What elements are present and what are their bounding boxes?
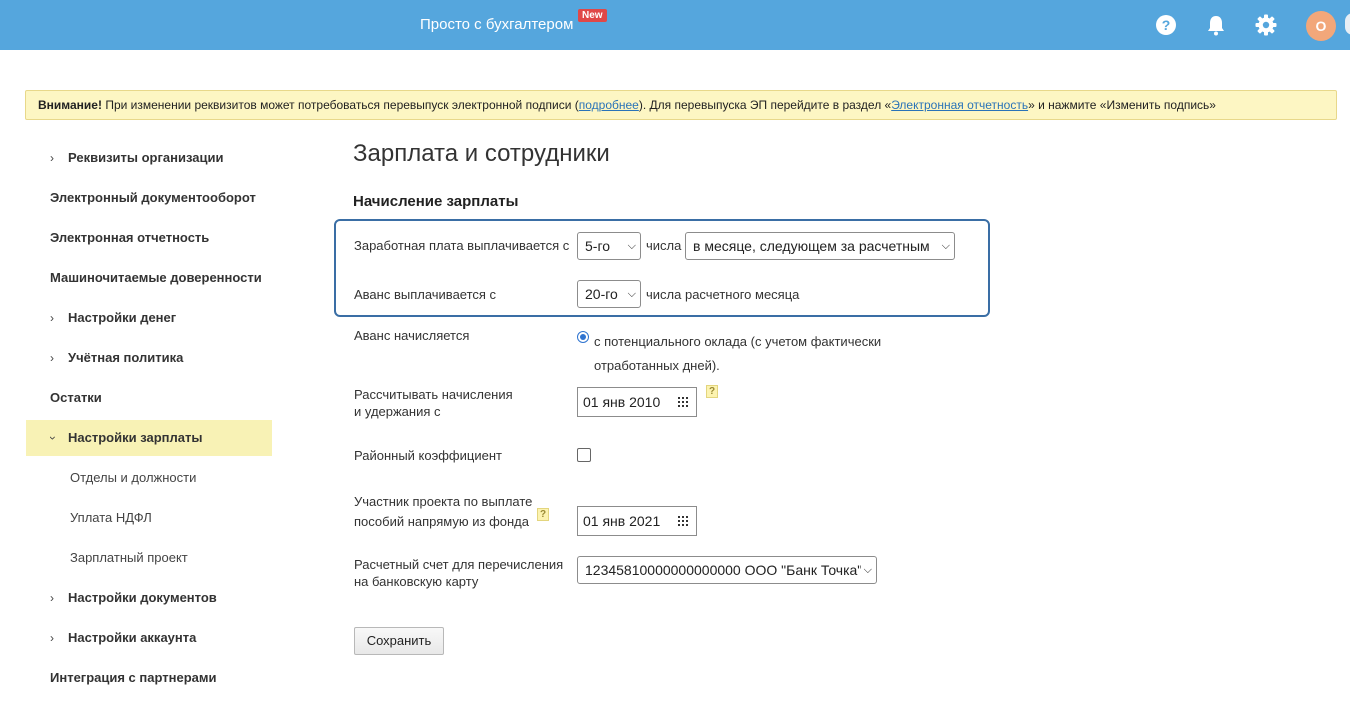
salary-day-suffix: числа	[646, 238, 682, 253]
salary-month-value: в месяце, следующем за расчетным	[693, 238, 930, 254]
avatar-trail	[1345, 13, 1350, 35]
sidebar-subitem-salary-project[interactable]: Зарплатный проект	[26, 540, 272, 576]
advance-calc-label: Аванс начисляется	[354, 328, 470, 343]
chevron-down-icon: ⌵	[627, 288, 636, 300]
sidebar-subitem-ndfl[interactable]: Уплата НДФЛ	[26, 500, 272, 536]
sidebar-item-poa[interactable]: Машиночитаемые доверенности	[26, 260, 272, 296]
chevron-right-icon: ›	[50, 351, 54, 365]
advance-suffix: числа расчетного месяца	[646, 287, 800, 302]
account-label: Расчетный счет для перечисления на банко…	[354, 556, 563, 590]
sidebar: › Реквизиты организации Электронный доку…	[26, 140, 272, 700]
project-label-line2: пособий напрямую из фонда	[354, 514, 529, 529]
section-title: Начисление зарплаты	[353, 193, 519, 210]
brand-title[interactable]: Просто с бухгалтером	[420, 16, 573, 33]
gear-icon[interactable]	[1255, 14, 1277, 36]
regional-checkbox[interactable]	[577, 448, 591, 462]
regional-label: Районный коэффициент	[354, 448, 502, 463]
sidebar-item-salary-settings[interactable]: › Настройки зарплаты	[26, 420, 272, 456]
account-label-line2: на банковскую карту	[354, 574, 479, 589]
account-select[interactable]: 12345810000000000000 ООО "Банк Точка" ⌵	[577, 556, 877, 584]
warning-text-3: » и нажмите «Изменить подпись»	[1028, 98, 1216, 112]
sidebar-item-document-settings[interactable]: › Настройки документов	[26, 580, 272, 616]
save-button[interactable]: Сохранить	[354, 627, 444, 655]
new-badge: New	[578, 9, 607, 22]
sidebar-item-label: Настройки документов	[68, 590, 217, 605]
project-label: Участник проекта по выплате пособий напр…	[354, 492, 532, 532]
chevron-right-icon: ›	[50, 311, 54, 325]
details-link[interactable]: подробнее	[579, 98, 639, 112]
chevron-down-icon: ⌵	[860, 557, 872, 583]
sidebar-item-label: Интеграция с партнерами	[50, 670, 217, 685]
calendar-icon[interactable]	[678, 516, 690, 526]
warning-text-2: ). Для перевыпуска ЭП перейдите в раздел…	[638, 98, 892, 112]
sidebar-item-label: Электронный документооборот	[50, 190, 256, 205]
advance-label: Аванс выплачивается с	[354, 287, 497, 302]
warning-banner: Внимание! При изменении реквизитов может…	[25, 90, 1337, 120]
salary-day-value: 5-го	[585, 238, 611, 254]
project-date-input[interactable]: 01 янв 2021	[577, 506, 697, 536]
salary-day-select[interactable]: 5-го ⌵	[577, 232, 641, 260]
sidebar-item-label: Уплата НДФЛ	[70, 510, 152, 525]
chevron-right-icon: ›	[50, 591, 54, 605]
sidebar-item-label: Реквизиты организации	[68, 150, 224, 165]
sidebar-item-label: Электронная отчетность	[50, 230, 210, 245]
sidebar-item-label: Настройки денег	[68, 310, 177, 325]
sidebar-item-label: Машиночитаемые доверенности	[50, 270, 262, 285]
calc-from-date-value: 01 янв 2010	[583, 394, 661, 410]
avatar[interactable]: О	[1306, 11, 1336, 41]
sidebar-item-e-reporting[interactable]: Электронная отчетность	[26, 220, 272, 256]
salary-month-select[interactable]: в месяце, следующем за расчетным ⌵	[685, 232, 955, 260]
project-label-line1: Участник проекта по выплате	[354, 494, 533, 509]
sidebar-item-account-settings[interactable]: › Настройки аккаунта	[26, 620, 272, 656]
sidebar-item-label: Настройки зарплаты	[68, 430, 203, 445]
sidebar-item-label: Учётная политика	[68, 350, 184, 365]
e-reporting-link[interactable]: Электронная отчетность	[891, 98, 1028, 112]
salary-label: Заработная плата выплачивается с	[354, 238, 570, 253]
sidebar-item-partners[interactable]: Интеграция с партнерами	[26, 660, 272, 696]
advance-calc-option-line2: отработанных дней).	[594, 358, 720, 373]
calc-from-label-line1: Рассчитывать начисления	[354, 387, 513, 402]
calc-from-date-input[interactable]: 01 янв 2010	[577, 387, 697, 417]
warning-bold: Внимание!	[38, 98, 102, 112]
bell-icon[interactable]	[1205, 14, 1227, 36]
sidebar-item-money-settings[interactable]: › Настройки денег	[26, 300, 272, 336]
account-value: 12345810000000000000 ООО "Банк Точка"	[585, 562, 863, 578]
sidebar-item-balances[interactable]: Остатки	[26, 380, 272, 416]
sidebar-item-edo[interactable]: Электронный документооборот	[26, 180, 272, 216]
sidebar-item-accounting-policy[interactable]: › Учётная политика	[26, 340, 272, 376]
account-label-line1: Расчетный счет для перечисления	[354, 557, 564, 572]
sidebar-item-label: Остатки	[50, 390, 102, 405]
chevron-down-icon: ⌵	[941, 240, 950, 252]
advance-calc-option-line1: с потенциального оклада (с учетом фактич…	[594, 334, 882, 349]
advance-calc-option[interactable]: с потенциального оклада (с учетом фактич…	[594, 330, 881, 378]
sidebar-item-org-details[interactable]: › Реквизиты организации	[26, 140, 272, 176]
chevron-down-icon: ⌵	[627, 240, 636, 252]
svg-text:?: ?	[1162, 17, 1171, 33]
chevron-down-icon: ›	[46, 436, 60, 440]
sidebar-subitem-departments[interactable]: Отделы и должности	[26, 460, 272, 496]
top-bar: Просто с бухгалтером New ? О	[0, 0, 1350, 50]
calendar-icon[interactable]	[678, 397, 690, 407]
warning-text-1: При изменении реквизитов может потребова…	[101, 98, 579, 112]
advance-day-select[interactable]: 20-го ⌵	[577, 280, 641, 308]
sidebar-item-label: Отделы и должности	[70, 470, 197, 485]
help-icon[interactable]: ?	[706, 385, 718, 398]
help-icon[interactable]: ?	[537, 508, 549, 521]
advance-day-value: 20-го	[585, 286, 618, 302]
calc-from-label-line2: и удержания с	[354, 404, 441, 419]
sidebar-item-label: Зарплатный проект	[70, 550, 188, 565]
page-title: Зарплата и сотрудники	[353, 140, 610, 167]
question-circle-icon[interactable]: ?	[1155, 14, 1177, 36]
sidebar-item-label: Настройки аккаунта	[68, 630, 197, 645]
project-date-value: 01 янв 2021	[583, 513, 661, 529]
chevron-right-icon: ›	[50, 631, 54, 645]
advance-calc-radio[interactable]	[577, 331, 589, 343]
chevron-right-icon: ›	[50, 151, 54, 165]
calc-from-label: Рассчитывать начисления и удержания с	[354, 386, 513, 420]
